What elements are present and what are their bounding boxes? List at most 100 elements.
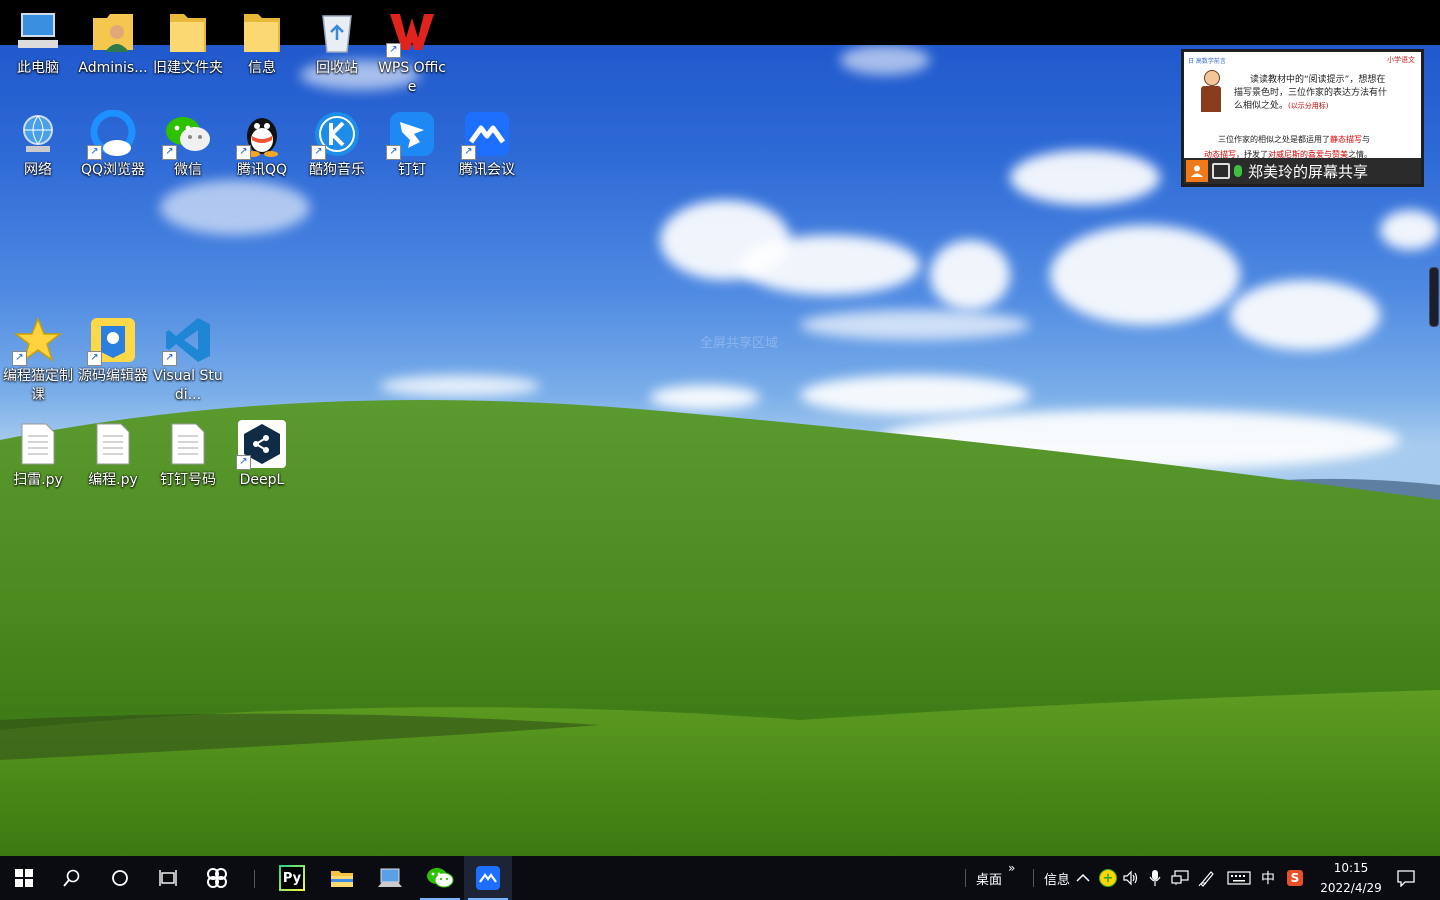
taskbar-divider (254, 870, 255, 888)
desktop-icon-label: 旧建文件夹 (153, 60, 223, 76)
network-icon[interactable] (1171, 856, 1189, 900)
clock[interactable]: 10:15 2022/4/29 (1312, 856, 1390, 900)
folder-icon (164, 8, 212, 56)
desktop-icon[interactable]: ↗ 钉钉 (374, 110, 450, 180)
search-icon[interactable] (48, 856, 96, 900)
desktop-icon-label: 酷狗音乐 (309, 162, 365, 178)
shortcut-arrow-icon: ↗ (87, 351, 102, 366)
desktop-icon[interactable]: ↗ 酷狗音乐 (299, 110, 375, 180)
tencent-meeting-icon: ↗ (461, 110, 511, 160)
file-icon (14, 420, 62, 468)
dingtalk-icon: ↗ (386, 110, 436, 160)
desktop-icon[interactable]: 旧建文件夹 (150, 8, 226, 78)
keyboard-icon[interactable] (1227, 856, 1251, 900)
screen-share-title-bar: 郑美玲的屏幕共享 (1184, 158, 1421, 184)
pen-icon[interactable] (1198, 856, 1216, 900)
desktop-icon[interactable]: ↗ QQ浏览器 (75, 110, 151, 180)
shortcut-arrow-icon: ↗ (461, 145, 476, 160)
desktop-icon-label: 微信 (174, 162, 202, 178)
toolbar-chevron-icon[interactable]: » (1008, 846, 1015, 890)
shortcut-arrow-icon: ↗ (162, 145, 177, 160)
shortcut-arrow-icon: ↗ (236, 455, 251, 470)
desktop-icon[interactable]: ↗ DeepL (224, 420, 300, 490)
wechat-icon: ↗ (162, 110, 212, 160)
shortcut-arrow-icon: ↗ (162, 351, 177, 366)
file-icon (164, 420, 212, 468)
task-view-icon[interactable] (144, 856, 192, 900)
desktop-icon[interactable]: ↗ 源码编辑器 (75, 316, 151, 386)
info-toolbar-label: 信息 (1044, 872, 1071, 888)
desktop-icon-label: 回收站 (316, 60, 358, 76)
action-center-icon[interactable] (1397, 856, 1415, 900)
teacher-cartoon-icon (1198, 70, 1224, 116)
wps-icon: ↗ (386, 8, 436, 58)
recycle-bin-icon (313, 8, 361, 56)
info-toolbar[interactable]: 信息 (1033, 856, 1070, 900)
shortcut-arrow-icon: ↗ (311, 145, 326, 160)
shortcut-arrow-icon: ↗ (236, 145, 251, 160)
tencent-meeting-icon[interactable] (464, 856, 512, 900)
desktop-icon[interactable]: ↗ 腾讯QQ (224, 110, 300, 180)
shortcut-arrow-icon: ↗ (87, 145, 102, 160)
pycharm-icon[interactable]: Py (268, 856, 316, 900)
desktop-icon[interactable]: Adminis... (75, 8, 151, 78)
file-explorer-icon[interactable] (318, 856, 366, 900)
slide-text-line2: 描写景色时，三位作家的表达方法有什 (1234, 88, 1388, 98)
code-editor-icon: ↗ (87, 316, 137, 366)
desktop-icon[interactable]: 编程.py (75, 420, 151, 490)
deepl-icon: ↗ (236, 420, 286, 470)
screen-share-window[interactable]: 日 高数学前言 小学语文 读读教材中的“阅读提示”，想想在 描写景色时，三位作家… (1181, 49, 1424, 187)
desktop-icon[interactable]: ↗ 腾讯会议 (449, 110, 525, 180)
desktop-icon-label: 腾讯会议 (459, 162, 515, 178)
side-scroll-handle[interactable] (1429, 267, 1439, 327)
desktop-icon-label: 腾讯QQ (236, 162, 288, 178)
kugou-icon: ↗ (311, 110, 361, 160)
tray-divider (965, 869, 966, 887)
star-icon: ↗ (12, 316, 62, 366)
slide-header: 日 高数学前言 (1188, 58, 1226, 65)
sogou-input-icon[interactable]: S (1287, 856, 1303, 900)
remote-desktop-icon[interactable] (366, 856, 414, 900)
pycharm-label: Py (281, 867, 303, 889)
desktop-icon-label: 此电脑 (17, 60, 59, 76)
desktop-icon-label: 钉钉号码 (160, 472, 216, 488)
desktop-icon-label: Visual Studi... (153, 368, 223, 403)
desktop-icon[interactable]: ↗ 微信 (150, 110, 226, 180)
microphone-icon[interactable] (1149, 856, 1161, 900)
network-icon (14, 110, 62, 158)
desktop-icon[interactable]: 此电脑 (0, 8, 76, 78)
vscode-icon: ↗ (162, 316, 212, 366)
desktop-icon-label: 钉钉 (398, 162, 426, 178)
desktop-icon-label: 网络 (24, 162, 52, 178)
slide-text-line3: 么相似之处。 (1234, 101, 1289, 111)
desktop-icon[interactable]: 网络 (0, 110, 76, 180)
desktop-icon[interactable]: ↗ Visual Studi... (150, 316, 226, 405)
desktop-icon[interactable]: 扫雷.py (0, 420, 76, 490)
wechat-icon[interactable] (416, 856, 464, 900)
tray-divider-2 (1033, 869, 1034, 887)
windows-start-icon[interactable] (0, 856, 48, 900)
screen-icon (1212, 163, 1230, 179)
cortana-icon[interactable] (96, 856, 144, 900)
desktop-icon[interactable]: 信息 (224, 8, 300, 78)
clock-time: 10:15 (1333, 861, 1369, 875)
desktop-icon-label: QQ浏览器 (80, 162, 146, 178)
desktop-icon[interactable]: 回收站 (299, 8, 375, 78)
pinwheel-app-icon[interactable] (192, 856, 242, 900)
microphone-icon (1234, 165, 1242, 177)
shortcut-arrow-icon: ↗ (386, 43, 401, 58)
taskbar: Py 桌面 » 信息 + 中 S 10:15 2022/4/29 (0, 856, 1440, 900)
desktop-icon-label: 信息 (248, 60, 276, 76)
shortcut-arrow-icon: ↗ (386, 145, 401, 160)
security-app-icon[interactable]: + (1099, 856, 1117, 900)
ime-indicator[interactable]: 中 (1261, 856, 1275, 900)
folder-icon (238, 8, 286, 56)
desktop-icon[interactable]: ↗ WPS Office (374, 8, 450, 97)
slide-text-line1: 读读教材中的“阅读提示”，想想在 (1250, 75, 1386, 85)
desktop-icon[interactable]: 钉钉号码 (150, 420, 226, 490)
show-hidden-icons-button[interactable] (1076, 856, 1090, 900)
qq-browser-icon: ↗ (87, 110, 137, 160)
screen-share-title: 郑美玲的屏幕共享 (1248, 162, 1369, 181)
desktop-icon[interactable]: ↗ 编程猫定制课 (0, 316, 76, 405)
volume-icon[interactable] (1123, 856, 1139, 900)
